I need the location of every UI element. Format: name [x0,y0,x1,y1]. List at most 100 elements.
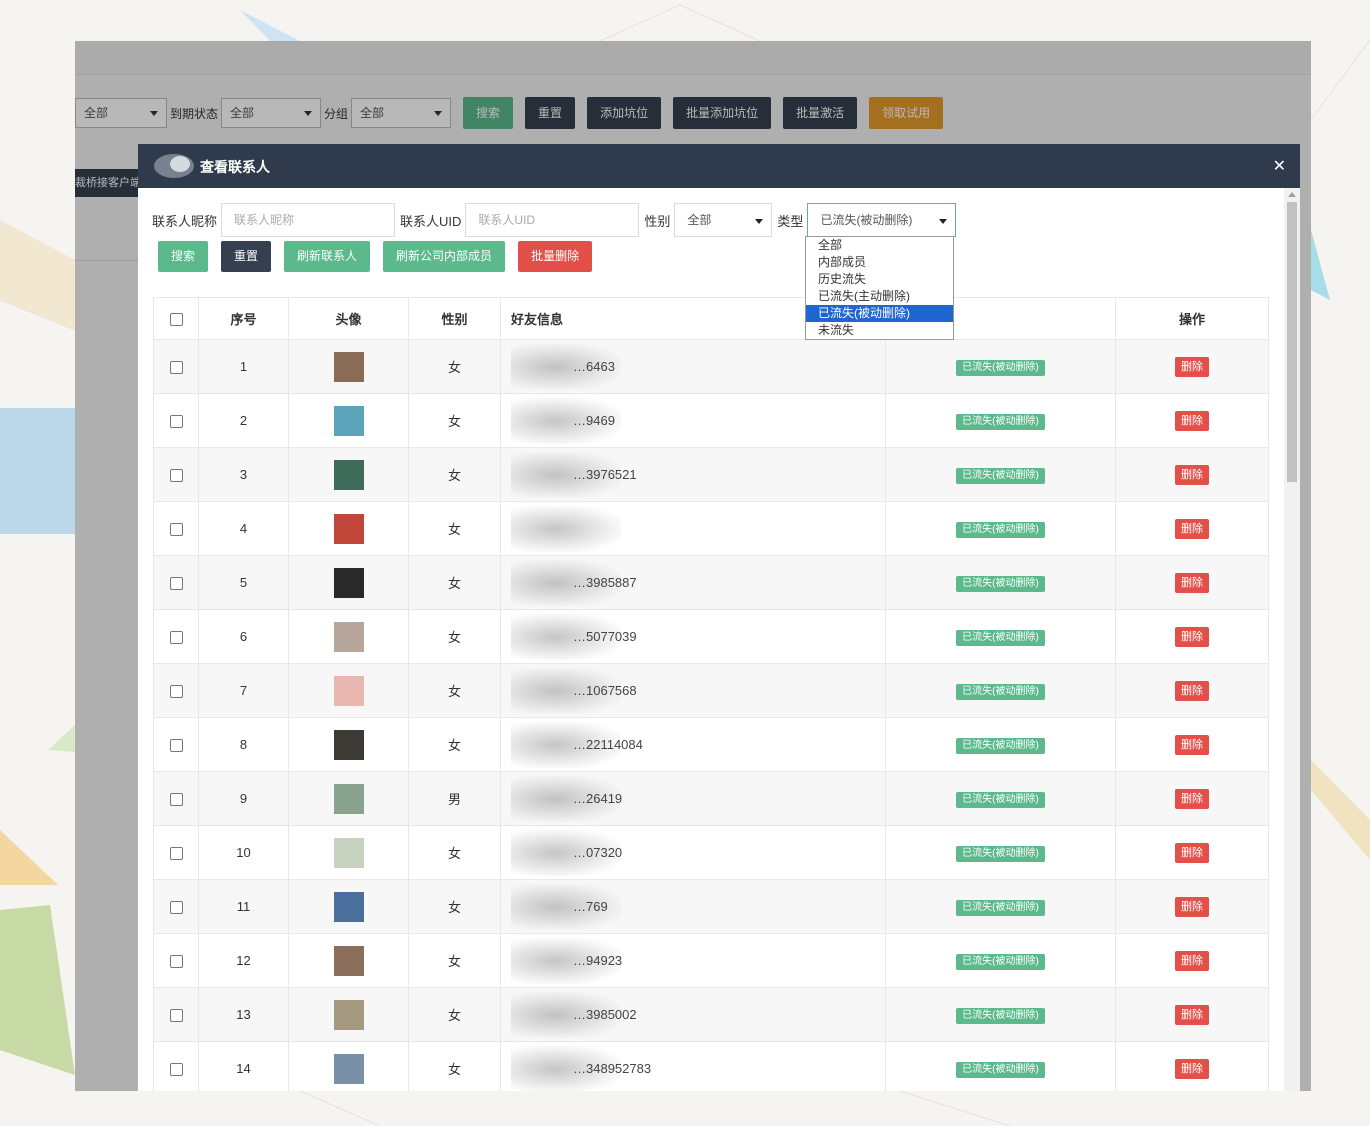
type-option[interactable]: 历史流失 [806,271,953,288]
status-badge: 已流失(被动删除) [956,953,1045,970]
delete-button[interactable]: 删除 [1175,788,1209,809]
uid-input[interactable]: 联系人UID [465,203,640,237]
status-badge: 已流失(被动删除) [956,413,1045,430]
row-select-cell [153,771,199,826]
table-row: 3 女 …3976521 已流失(被动删除) 删除 [153,447,1269,502]
modal-title: 查看联系人 [200,159,270,175]
scrollbar-thumb[interactable] [1287,202,1297,482]
row-action-cell: 删除 [1115,447,1269,502]
status-badge: 已流失(被动删除) [956,737,1045,754]
refresh-contacts-button[interactable]: 刷新联系人 [284,241,371,272]
type-option[interactable]: 全部 [806,237,953,254]
select-all-checkbox[interactable] [169,313,183,327]
row-index: 7 [198,663,289,718]
delete-button[interactable]: 删除 [1175,950,1209,971]
row-avatar-cell [288,771,409,826]
row-checkbox[interactable] [169,901,183,915]
action-header: 操作 [1115,297,1269,340]
row-gender: 女 [408,825,501,880]
row-checkbox[interactable] [169,1009,183,1023]
row-checkbox[interactable] [169,469,183,483]
delete-button[interactable]: 删除 [1175,680,1209,701]
delete-button[interactable]: 删除 [1175,626,1209,647]
row-friend-info [500,501,886,556]
row-avatar-cell [288,555,409,610]
status-badge: 已流失(被动删除) [956,521,1045,538]
delete-button[interactable]: 删除 [1175,896,1209,917]
delete-button[interactable]: 删除 [1175,410,1209,431]
row-action-cell: 删除 [1115,339,1269,394]
row-checkbox[interactable] [169,631,183,645]
row-checkbox[interactable] [169,685,183,699]
row-avatar-cell [288,609,409,664]
delete-button[interactable]: 删除 [1175,518,1209,539]
status-badge: 已流失(被动删除) [956,359,1045,376]
type-option-selected[interactable]: 已流失(被动删除) [806,305,953,322]
friend-id-text: …26419 [573,791,623,806]
delete-button[interactable]: 删除 [1175,572,1209,593]
avatar [333,891,364,922]
delete-button[interactable]: 删除 [1175,356,1209,377]
row-index: 3 [198,447,289,502]
nickname-input[interactable]: 联系人昵称 [221,203,396,237]
row-friend-info: …1067568 [500,663,886,718]
row-friend-info: …94923 [500,933,886,988]
type-option[interactable]: 已流失(主动删除) [806,288,953,305]
type-select[interactable]: 已流失(被动删除) [807,203,957,237]
row-checkbox[interactable] [169,523,183,537]
search-button[interactable]: 搜索 [158,241,209,272]
delete-button[interactable]: 删除 [1175,1058,1209,1079]
row-select-cell [153,933,199,988]
refresh-internal-members-button[interactable]: 刷新公司内部成员 [383,241,506,272]
row-gender: 女 [408,663,501,718]
modal-button-row: 搜索 重置 刷新联系人 刷新公司内部成员 批量删除 [158,241,605,272]
table-row: 12 女 …94923 已流失(被动删除) 删除 [153,933,1269,988]
uid-label: 联系人UID [400,213,462,229]
row-status-cell: 已流失(被动删除) [885,501,1116,556]
table-row: 5 女 …3985887 已流失(被动删除) 删除 [153,555,1269,610]
row-friend-info: …07320 [500,825,886,880]
reset-button[interactable]: 重置 [221,241,272,272]
close-icon[interactable]: ✕ [1273,156,1286,176]
contacts-table: 序号 头像 性别 好友信息 操作 1 女 …6463 已流失(被动删除) 删除 2 女 …94… [153,297,1269,1091]
row-checkbox[interactable] [169,577,183,591]
row-index: 8 [198,717,289,772]
row-index: 14 [198,1041,289,1091]
type-dropdown-list: 全部 内部成员 历史流失 已流失(主动删除) 已流失(被动删除) 未流失 [805,236,954,340]
row-friend-info: …769 [500,879,886,934]
row-action-cell: 删除 [1115,663,1269,718]
row-action-cell: 删除 [1115,555,1269,610]
scroll-up-icon[interactable] [1288,192,1296,197]
status-badge: 已流失(被动删除) [956,629,1045,646]
row-avatar-cell [288,663,409,718]
row-friend-info: …348952783 [500,1041,886,1091]
delete-button[interactable]: 删除 [1175,842,1209,863]
type-option[interactable]: 内部成员 [806,254,953,271]
table-row: 14 女 …348952783 已流失(被动删除) 删除 [153,1041,1269,1091]
modal-scrollbar[interactable] [1284,188,1300,1091]
table-row: 13 女 …3985002 已流失(被动删除) 删除 [153,987,1269,1042]
delete-button[interactable]: 删除 [1175,734,1209,755]
row-checkbox[interactable] [169,847,183,861]
batch-delete-button[interactable]: 批量删除 [518,241,593,272]
delete-button[interactable]: 删除 [1175,1004,1209,1025]
row-select-cell [153,609,199,664]
row-status-cell: 已流失(被动删除) [885,717,1116,772]
row-checkbox[interactable] [169,415,183,429]
index-header: 序号 [198,297,289,340]
delete-button[interactable]: 删除 [1175,464,1209,485]
row-index: 11 [198,879,289,934]
row-checkbox[interactable] [169,361,183,375]
avatar [333,351,364,382]
row-checkbox[interactable] [169,1063,183,1077]
gender-select[interactable]: 全部 [674,203,773,237]
row-status-cell: 已流失(被动删除) [885,393,1116,448]
row-avatar-cell [288,987,409,1042]
row-checkbox[interactable] [169,739,183,753]
row-checkbox[interactable] [169,955,183,969]
row-select-cell [153,825,199,880]
type-option[interactable]: 未流失 [806,322,953,339]
avatar [333,1053,364,1084]
avatar [333,513,364,544]
row-checkbox[interactable] [169,793,183,807]
